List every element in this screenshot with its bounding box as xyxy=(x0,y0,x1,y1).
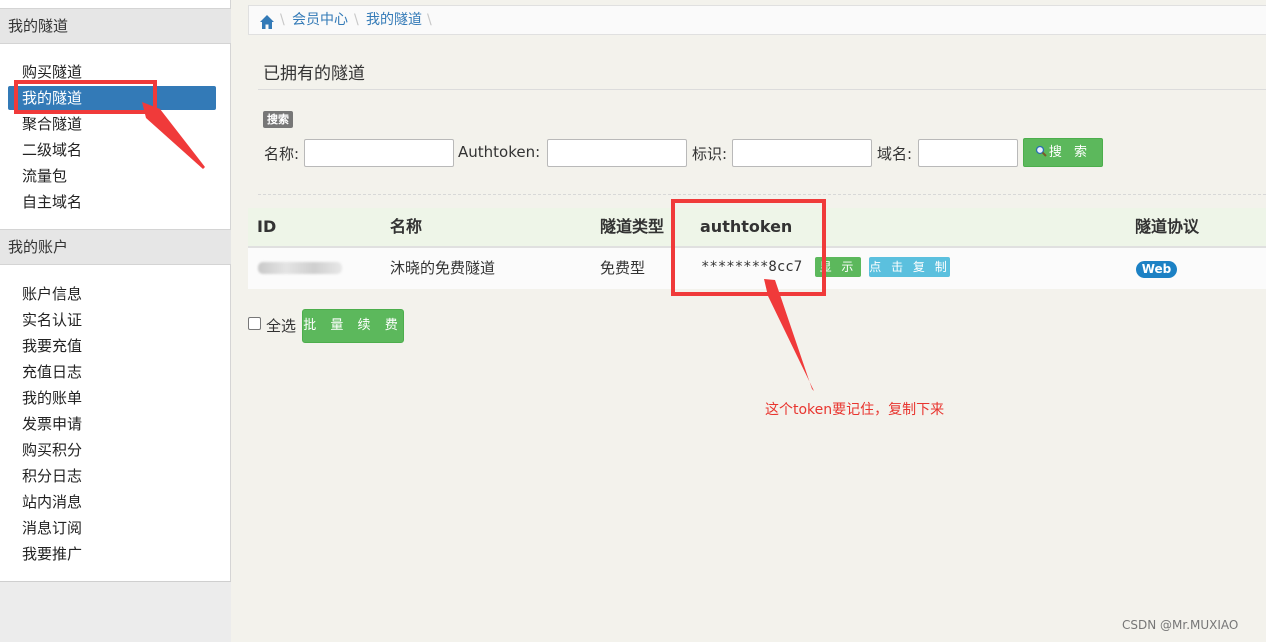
breadcrumb-separator: \ xyxy=(354,12,359,28)
tunnel-name-cell: 沐晓的免费隧道 xyxy=(390,259,496,277)
sidebar-item-aggregate-tunnel[interactable]: 聚合隧道 xyxy=(8,112,216,136)
copy-token-button[interactable]: 点 击 复 制 xyxy=(869,257,950,277)
domain-filter-label: 域名: xyxy=(877,145,913,163)
sidebar-item-invoice[interactable]: 发票申请 xyxy=(8,412,216,436)
sidebar-item-custom-domain[interactable]: 自主域名 xyxy=(8,190,216,214)
sidebar-item-traffic-pack[interactable]: 流量包 xyxy=(8,164,216,188)
annotation-highlight-sidebar xyxy=(14,80,157,114)
sidebar-item-messages[interactable]: 站内消息 xyxy=(8,490,216,514)
tag-filter-input[interactable] xyxy=(732,139,872,167)
tag-filter-label: 标识: xyxy=(692,145,728,163)
sidebar-item-subdomain[interactable]: 二级域名 xyxy=(8,138,216,162)
breadcrumb-member-center[interactable]: 会员中心 xyxy=(292,6,348,34)
sidebar-item-points-log[interactable]: 积分日志 xyxy=(8,464,216,488)
redacted-id-cell xyxy=(258,262,342,274)
magnifier-icon xyxy=(1035,140,1047,157)
domain-filter-input[interactable] xyxy=(918,139,1018,167)
batch-renew-button[interactable]: 批 量 续 费 xyxy=(302,309,404,343)
tunnel-type-cell: 免费型 xyxy=(600,259,646,277)
sidebar-item-my-bills[interactable]: 我的账单 xyxy=(8,386,216,410)
sidebar-item-referral[interactable]: 我要推广 xyxy=(8,542,216,566)
sidebar-item-subscriptions[interactable]: 消息订阅 xyxy=(8,516,216,540)
watermark: CSDN @Mr.MUXIAO xyxy=(1122,618,1239,632)
sidebar-item-recharge-log[interactable]: 充值日志 xyxy=(8,360,216,384)
column-header-id: ID xyxy=(257,217,277,236)
title-divider xyxy=(258,89,1266,90)
sidebar-footer xyxy=(0,581,231,642)
breadcrumb-separator: \ xyxy=(280,12,285,28)
search-section-label: 搜索 xyxy=(263,111,293,128)
sidebar-item-buy-points[interactable]: 购买积分 xyxy=(8,438,216,462)
column-header-type: 隧道类型 xyxy=(600,217,665,236)
sidebar-item-verification[interactable]: 实名认证 xyxy=(8,308,216,332)
annotation-highlight-authtoken xyxy=(671,199,826,296)
authtoken-filter-label: Authtoken: xyxy=(458,143,541,161)
authtoken-filter-input[interactable] xyxy=(547,139,687,167)
sidebar-item-recharge[interactable]: 我要充值 xyxy=(8,334,216,358)
home-icon[interactable] xyxy=(259,12,275,29)
search-button[interactable]: 搜 索 xyxy=(1023,138,1103,167)
search-button-label: 搜 索 xyxy=(1048,145,1092,160)
column-header-protocol: 隧道协议 xyxy=(1135,217,1200,236)
filter-divider xyxy=(258,194,1266,195)
breadcrumb: \ 会员中心 \ 我的隧道 \ xyxy=(248,5,1266,35)
sidebar-section-account-header: 我的账户 xyxy=(0,229,231,265)
name-filter-input[interactable] xyxy=(304,139,454,167)
sidebar-section-tunnels-header: 我的隧道 xyxy=(0,8,231,44)
select-all-checkbox[interactable] xyxy=(248,317,261,330)
page-title: 已拥有的隧道 xyxy=(263,64,365,84)
name-filter-label: 名称: xyxy=(264,145,300,163)
select-all-label[interactable]: 全选 xyxy=(266,315,296,336)
protocol-badge: Web xyxy=(1136,261,1177,278)
breadcrumb-my-tunnels[interactable]: 我的隧道 xyxy=(366,6,422,34)
breadcrumb-separator: \ xyxy=(427,12,432,28)
column-header-name: 名称 xyxy=(390,217,423,236)
sidebar-item-account-info[interactable]: 账户信息 xyxy=(8,282,216,306)
annotation-note: 这个token要记住，复制下来 xyxy=(765,402,945,418)
